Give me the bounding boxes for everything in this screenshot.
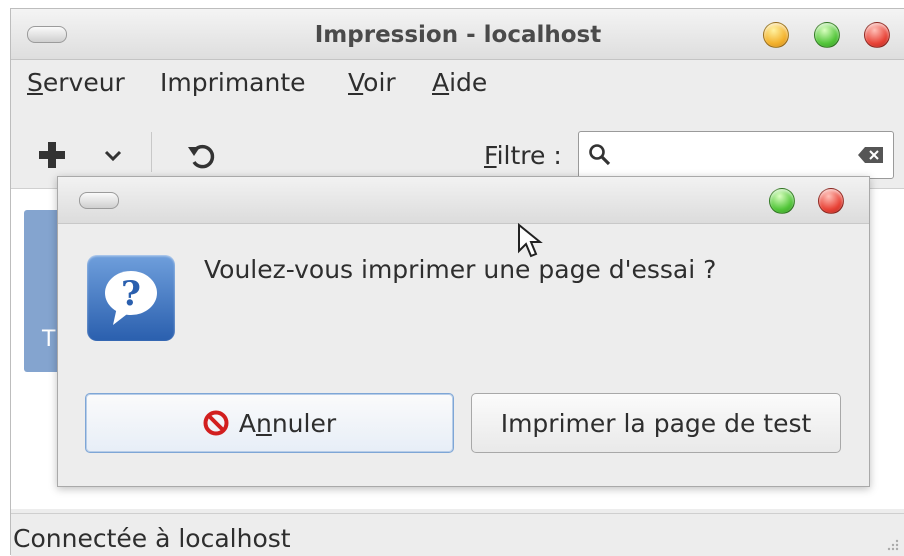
refresh-icon bbox=[188, 144, 215, 169]
status-text: Connectée à localhost bbox=[13, 524, 291, 553]
menu-aide[interactable]: Aide bbox=[432, 68, 487, 97]
refresh-button[interactable] bbox=[186, 141, 216, 171]
toolbar-separator bbox=[151, 132, 152, 172]
filter-label-text: iltre : bbox=[496, 141, 562, 170]
cancel-icon bbox=[203, 410, 229, 436]
cancel-label-mnemonic: n bbox=[255, 408, 272, 438]
menu-voir[interactable]: Voir bbox=[348, 68, 396, 97]
minimize-button[interactable] bbox=[763, 22, 789, 48]
dialog-maximize-button[interactable] bbox=[769, 188, 795, 214]
dialog-close-button[interactable] bbox=[818, 188, 844, 214]
menu-imprimante-label: Imprimante bbox=[160, 68, 306, 97]
menu-serveur[interactable]: Serveur bbox=[27, 68, 125, 97]
question-bubble-icon: ? bbox=[105, 271, 157, 325]
menu-voir-mnemonic: V bbox=[348, 68, 364, 97]
dialog-menu-button[interactable] bbox=[79, 192, 119, 209]
menu-aide-label: ide bbox=[449, 68, 488, 97]
add-printer-button[interactable] bbox=[37, 140, 67, 170]
dialog-question: Voulez-vous imprimer une page d'essai ? bbox=[204, 255, 717, 284]
clear-text-icon[interactable] bbox=[857, 146, 885, 164]
main-titlebar[interactable]: Impression - localhost bbox=[11, 9, 904, 60]
filter-label: Filtre : bbox=[484, 141, 562, 170]
cancel-label-end: nuler bbox=[271, 408, 337, 438]
maximize-button[interactable] bbox=[814, 22, 840, 48]
question-icon: ? bbox=[87, 255, 175, 341]
add-dropdown-button[interactable] bbox=[102, 146, 124, 166]
svg-text:?: ? bbox=[121, 274, 141, 314]
menu-voir-label: oir bbox=[363, 68, 396, 97]
print-test-page-button[interactable]: Imprimer la page de test bbox=[471, 393, 841, 453]
plus-icon bbox=[39, 142, 65, 168]
cancel-label-start: A bbox=[238, 408, 256, 438]
menu-serveur-label: erveur bbox=[42, 68, 125, 97]
filter-label-mnemonic: F bbox=[484, 141, 497, 170]
menu-serveur-mnemonic: S bbox=[27, 68, 43, 97]
search-icon bbox=[589, 144, 611, 166]
menu-aide-mnemonic: A bbox=[432, 68, 450, 97]
chevron-down-icon bbox=[104, 150, 122, 162]
resize-grip-icon[interactable] bbox=[885, 538, 899, 552]
menu-imprimante[interactable]: Imprimante bbox=[160, 68, 306, 97]
statusbar: Connectée à localhost bbox=[11, 513, 904, 556]
close-button[interactable] bbox=[864, 22, 890, 48]
test-page-dialog: ? Voulez-vous imprimer une page d'essai … bbox=[57, 176, 870, 487]
mouse-pointer-icon bbox=[518, 223, 543, 258]
filter-search-input[interactable] bbox=[578, 131, 894, 179]
cancel-button[interactable]: An nuler bbox=[85, 393, 454, 453]
printer-tile-label: T bbox=[42, 327, 56, 352]
menubar: Serveur Imprimante Voir Aide bbox=[11, 60, 904, 104]
dialog-titlebar[interactable] bbox=[58, 177, 869, 224]
